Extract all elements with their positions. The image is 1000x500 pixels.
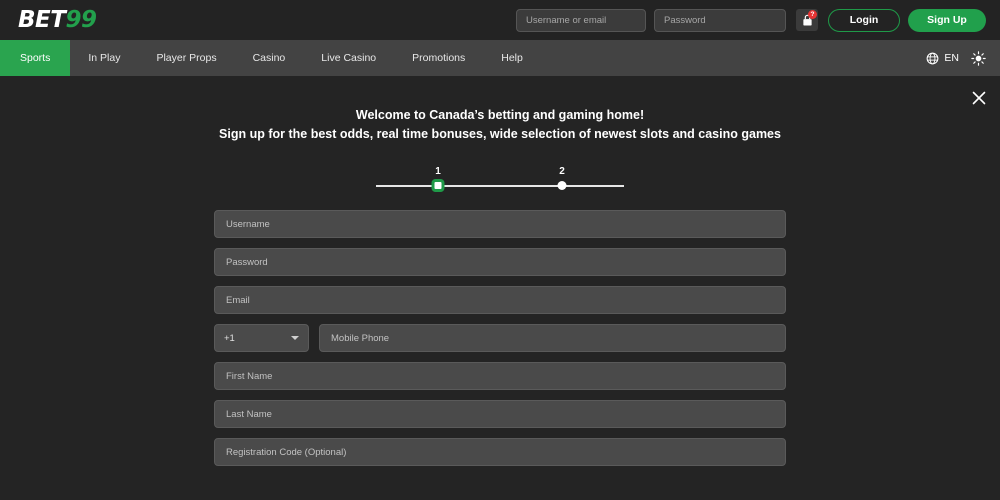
forgot-password-lock-button[interactable]: ? bbox=[796, 9, 818, 31]
step-1-dot bbox=[431, 179, 445, 192]
nav-item-casino[interactable]: Casino bbox=[235, 40, 304, 76]
sun-icon bbox=[971, 50, 986, 66]
theme-toggle-button[interactable] bbox=[971, 50, 986, 66]
first-name-input[interactable] bbox=[214, 362, 786, 390]
language-label: EN bbox=[944, 52, 959, 64]
header-auth-group: ? Login Sign Up bbox=[516, 8, 986, 32]
headline-line-2: Sign up for the best odds, real time bon… bbox=[219, 127, 781, 141]
step-1[interactable]: 1 bbox=[431, 166, 445, 192]
step-2-dot bbox=[557, 181, 567, 190]
headline-line-1: Welcome to Canada’s betting and gaming h… bbox=[355, 108, 645, 122]
nav-item-in-play[interactable]: In Play bbox=[70, 40, 138, 76]
nav-item-sports[interactable]: Sports bbox=[0, 40, 71, 76]
step-indicator: 1 2 bbox=[376, 166, 624, 192]
phone-row: +1 bbox=[214, 324, 786, 352]
language-selector[interactable]: EN bbox=[926, 52, 959, 65]
main-navigation: Sports In Play Player Props Casino Live … bbox=[0, 40, 1000, 76]
logo-text-accent: 99 bbox=[65, 6, 97, 33]
lock-badge: ? bbox=[808, 10, 817, 19]
globe-icon bbox=[927, 52, 939, 64]
nav-item-promotions[interactable]: Promotions bbox=[394, 40, 483, 76]
chevron-down-icon bbox=[291, 336, 299, 340]
nav-item-live-casino[interactable]: Live Casino bbox=[303, 40, 394, 76]
modal-headline: Welcome to Canada’s betting and gaming h… bbox=[0, 76, 1000, 144]
modal-close-button[interactable] bbox=[966, 85, 992, 111]
nav-item-help[interactable]: Help bbox=[483, 40, 541, 76]
signup-form: +1 bbox=[214, 210, 786, 466]
password-input[interactable] bbox=[214, 248, 786, 276]
email-input[interactable] bbox=[214, 286, 786, 314]
country-code-value: +1 bbox=[224, 332, 235, 344]
country-code-select[interactable]: +1 bbox=[214, 324, 309, 352]
mobile-phone-input[interactable] bbox=[319, 324, 786, 352]
username-input[interactable] bbox=[214, 210, 786, 238]
login-button[interactable]: Login bbox=[828, 8, 900, 32]
step-track bbox=[376, 185, 624, 187]
last-name-input[interactable] bbox=[214, 400, 786, 428]
logo-text-primary: BET bbox=[18, 6, 66, 33]
nav-utilities: EN bbox=[926, 40, 1000, 76]
nav-item-player-props[interactable]: Player Props bbox=[138, 40, 234, 76]
signup-button[interactable]: Sign Up bbox=[908, 8, 986, 32]
step-2-number: 2 bbox=[559, 166, 565, 177]
step-1-number: 1 bbox=[435, 166, 441, 177]
top-header: BET99 ? Login Sign Up bbox=[0, 0, 1000, 40]
site-logo[interactable]: BET 99 bbox=[18, 6, 97, 33]
close-icon bbox=[972, 91, 986, 105]
registration-code-input[interactable] bbox=[214, 438, 786, 466]
step-2[interactable]: 2 bbox=[557, 166, 567, 190]
signup-modal: Welcome to Canada’s betting and gaming h… bbox=[0, 76, 1000, 500]
header-username-input[interactable] bbox=[516, 8, 646, 32]
header-password-input[interactable] bbox=[654, 8, 786, 32]
